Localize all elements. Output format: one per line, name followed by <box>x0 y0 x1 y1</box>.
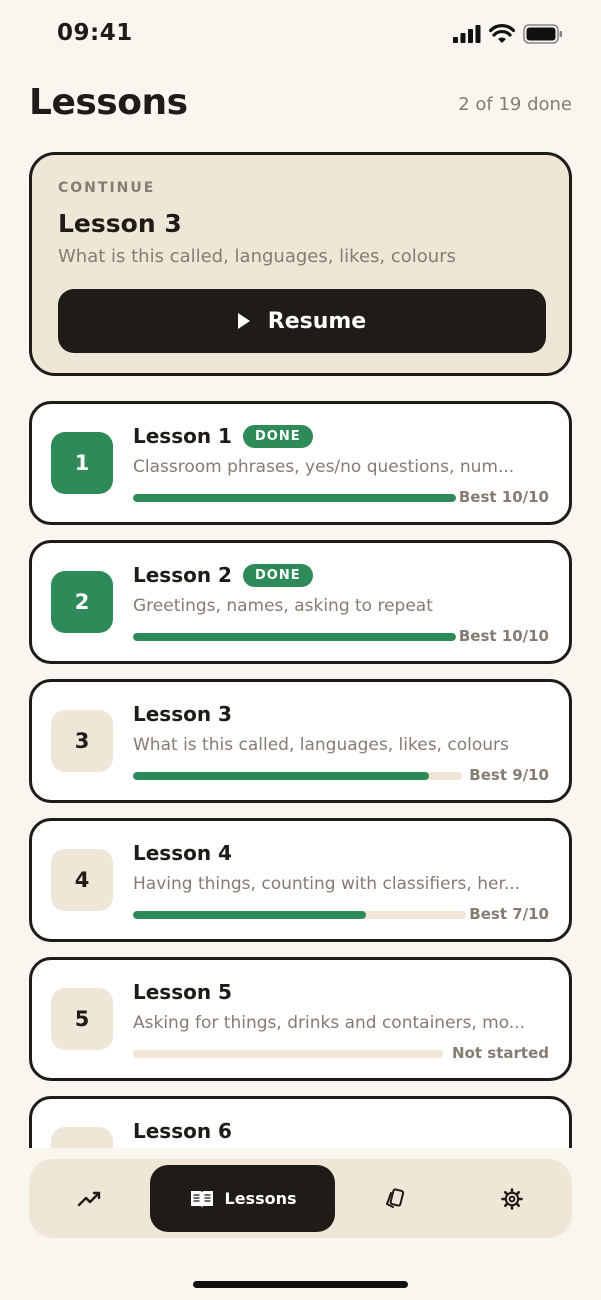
header: Lessons 2 of 19 done <box>29 82 572 132</box>
lesson-progress-fill <box>133 633 456 641</box>
tab-lessons-label: Lessons <box>224 1189 297 1208</box>
lesson-card-1[interactable]: 1 Lesson 1 DONE Classroom phrases, yes/n… <box>29 401 572 525</box>
continue-card: CONTINUE Lesson 3 What is this called, l… <box>29 152 572 376</box>
status-time: 09:41 <box>57 20 133 46</box>
lesson-description: Asking for things, drinks and containers… <box>133 1013 526 1033</box>
wifi-icon <box>489 24 515 43</box>
progress-summary: 2 of 19 done <box>458 94 572 115</box>
lesson-title-row: Lesson 4 <box>133 841 232 865</box>
tab-flashcards[interactable] <box>357 1165 433 1232</box>
lesson-number-badge: 4 <box>51 849 113 911</box>
lesson-title: Lesson 2 <box>133 563 232 587</box>
lesson-title: Lesson 5 <box>133 980 232 1004</box>
status-bar: 09:41 <box>0 0 601 70</box>
lesson-card-3[interactable]: 3 Lesson 3 What is this called, language… <box>29 679 572 803</box>
done-badge: DONE <box>242 424 313 448</box>
lesson-score: Not started <box>452 1044 549 1062</box>
lesson-number-badge: 1 <box>51 432 113 494</box>
resume-button[interactable]: Resume <box>58 289 546 353</box>
continue-lesson-title: Lesson 3 <box>58 209 182 238</box>
lesson-title-row: Lesson 5 <box>133 980 232 1004</box>
lesson-title-row: Lesson 3 <box>133 702 232 726</box>
done-badge: DONE <box>242 563 313 587</box>
tab-progress[interactable] <box>51 1165 127 1232</box>
lesson-progress-bar <box>133 911 466 919</box>
lesson-description: Having things, counting with classifiers… <box>133 874 521 894</box>
lesson-description: Classroom phrases, yes/no questions, num… <box>133 457 515 477</box>
lesson-card-4[interactable]: 4 Lesson 4 Having things, counting with … <box>29 818 572 942</box>
lesson-number-badge: 2 <box>51 571 113 633</box>
battery-icon <box>523 24 562 44</box>
lesson-number-badge: 6 <box>51 1127 113 1148</box>
cards-icon <box>386 1187 405 1208</box>
lesson-title-row: Lesson 2 DONE <box>133 563 313 587</box>
lesson-list[interactable]: 1 Lesson 1 DONE Classroom phrases, yes/n… <box>29 401 572 1148</box>
lesson-progress-bar <box>133 494 456 502</box>
status-icons <box>453 24 563 44</box>
page-title: Lessons <box>29 82 188 123</box>
lesson-progress-fill <box>133 772 430 780</box>
lesson-description: What is this called, languages, likes, c… <box>133 735 509 755</box>
lesson-number-badge: 3 <box>51 710 113 772</box>
tab-settings[interactable] <box>474 1165 550 1232</box>
lesson-score: Best 10/10 <box>458 488 549 506</box>
lesson-progress-bar <box>133 772 462 780</box>
lesson-description: Greetings, names, asking to repeat <box>133 596 433 616</box>
home-indicator <box>193 1281 408 1288</box>
lesson-title: Lesson 6 <box>133 1119 232 1143</box>
lesson-card-2[interactable]: 2 Lesson 2 DONE Greetings, names, asking… <box>29 540 572 664</box>
continue-lesson-description: What is this called, languages, likes, c… <box>58 246 456 267</box>
lesson-score: Best 9/10 <box>469 766 549 784</box>
lesson-progress-bar <box>133 633 456 641</box>
chart-line-icon <box>77 1191 101 1206</box>
lesson-number-badge: 5 <box>51 988 113 1050</box>
lesson-title-row: Lesson 6 <box>133 1119 232 1143</box>
book-icon <box>190 1190 213 1208</box>
lesson-score: Best 7/10 <box>469 905 549 923</box>
lesson-card-5[interactable]: 5 Lesson 5 Asking for things, drinks and… <box>29 957 572 1081</box>
lesson-title: Lesson 3 <box>133 702 232 726</box>
lesson-title-row: Lesson 1 DONE <box>133 424 313 448</box>
lesson-title: Lesson 4 <box>133 841 232 865</box>
resume-button-label: Resume <box>267 308 367 334</box>
gear-icon <box>501 1187 523 1210</box>
continue-label: CONTINUE <box>58 180 156 196</box>
signal-icon <box>453 25 481 43</box>
lesson-progress-fill <box>133 494 456 502</box>
tab-lessons[interactable]: Lessons <box>150 1165 335 1232</box>
play-icon <box>237 313 250 329</box>
lesson-card-6[interactable]: 6 Lesson 6 <box>29 1096 572 1148</box>
lesson-score: Best 10/10 <box>458 627 549 645</box>
lesson-title: Lesson 1 <box>133 424 232 448</box>
tab-bar: Lessons <box>29 1159 572 1238</box>
lesson-progress-bar <box>133 1050 443 1058</box>
lesson-progress-fill <box>133 911 367 919</box>
